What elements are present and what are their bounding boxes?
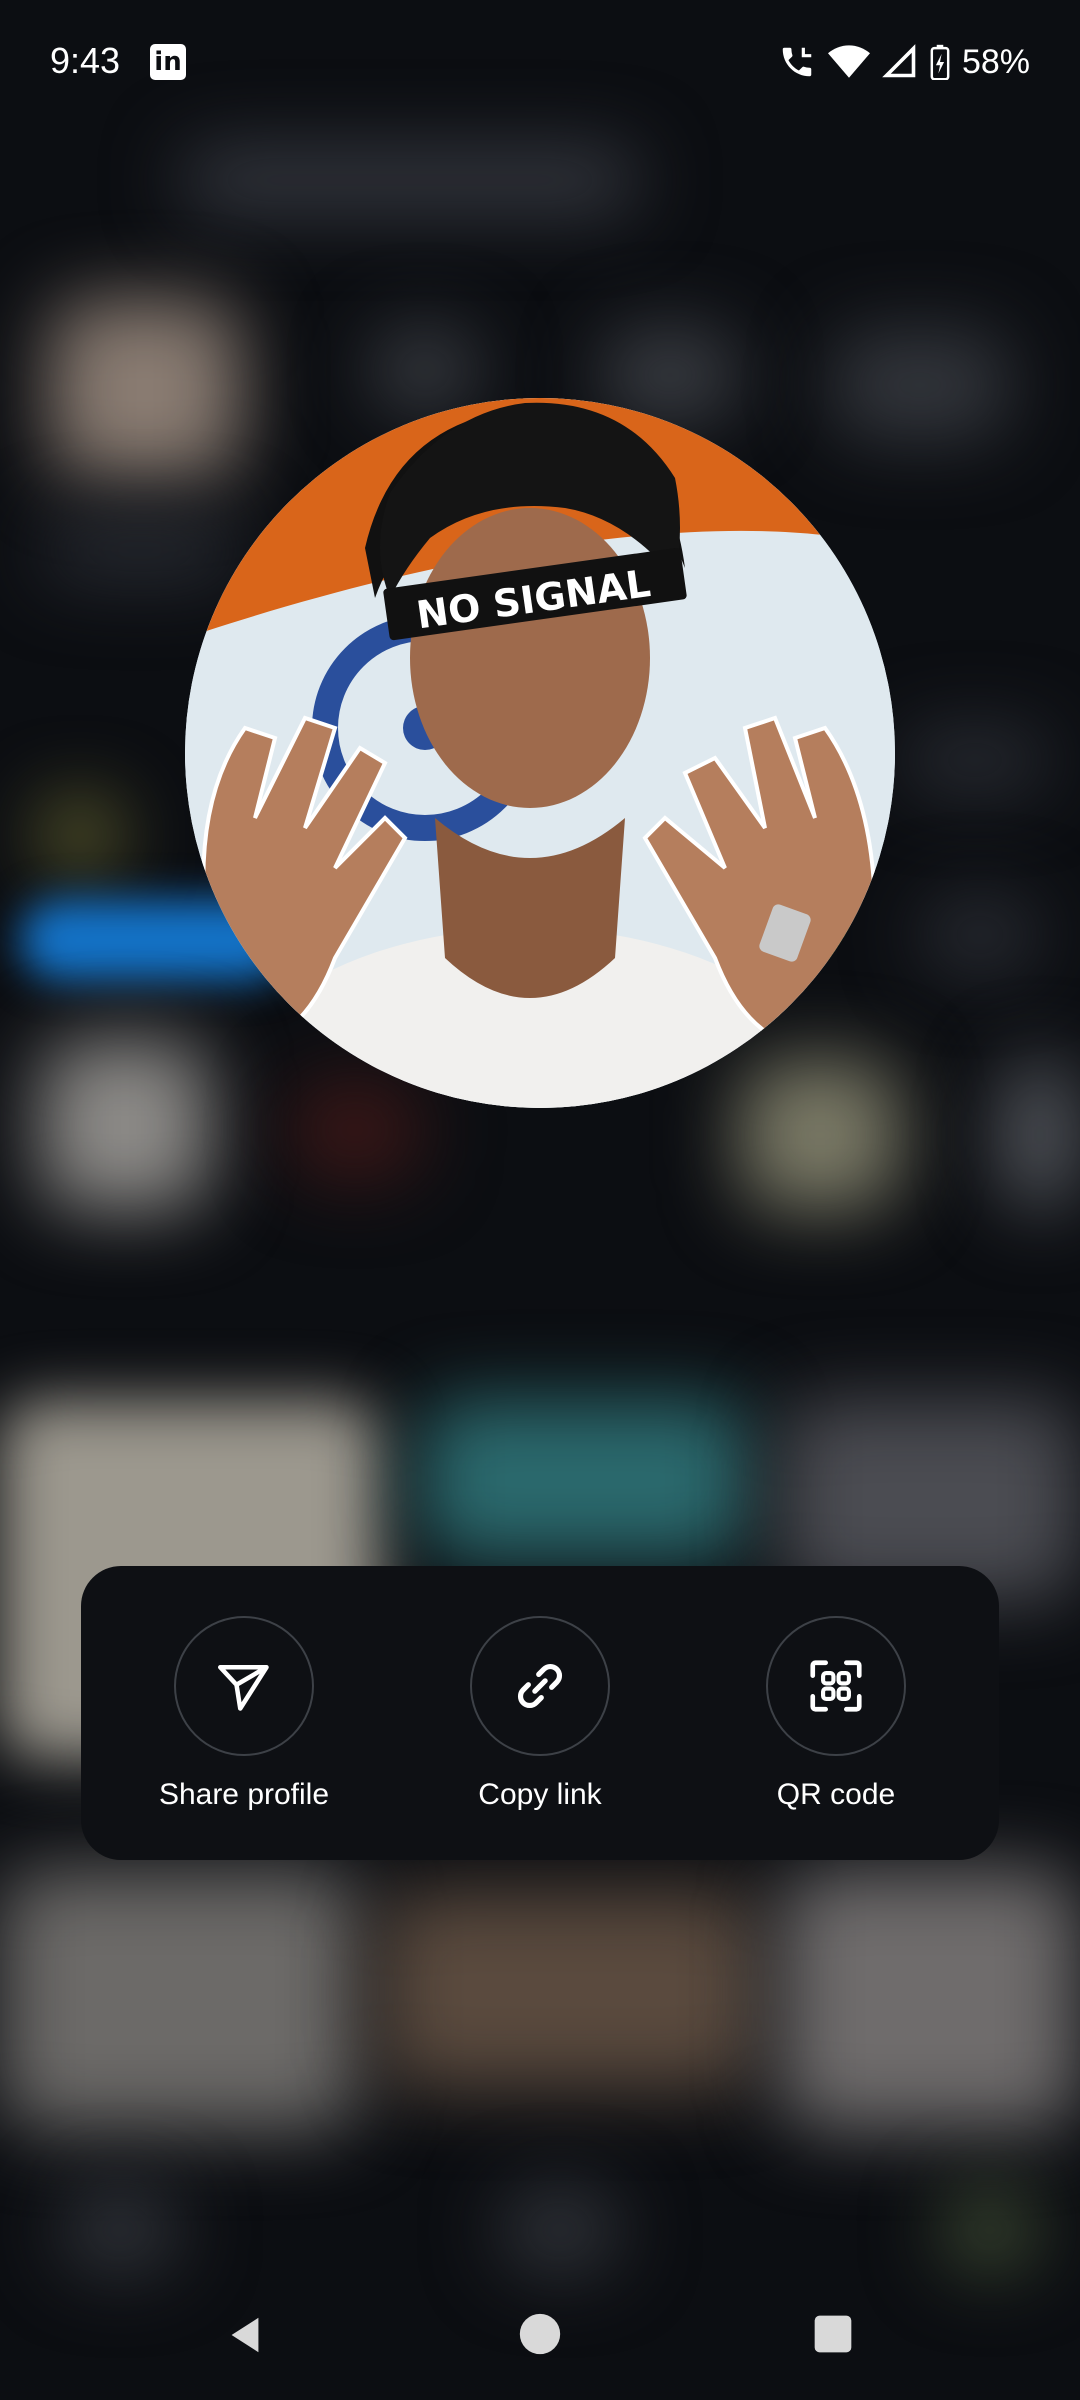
- system-nav-bar: [0, 2280, 1080, 2400]
- qr-code-icon-circle[interactable]: [766, 1616, 906, 1756]
- share-profile-button[interactable]: Share profile: [134, 1616, 354, 1812]
- wifi-icon: [827, 45, 870, 78]
- battery-charging-icon: [930, 44, 950, 80]
- signal-icon: [882, 44, 916, 78]
- share-actions-card: Share profile Copy link QR code: [81, 1566, 999, 1860]
- recents-icon[interactable]: [813, 2314, 853, 2354]
- back-icon[interactable]: [222, 2312, 268, 2358]
- profile-avatar-enlarged: NO SIGNAL: [185, 398, 895, 1108]
- copy-link-button[interactable]: Copy link: [430, 1616, 650, 1812]
- qr-code-icon: [810, 1660, 862, 1712]
- send-icon: [218, 1665, 269, 1711]
- battery-percent: 58%: [961, 42, 1030, 81]
- status-bar: 9:43 in 58%: [0, 0, 1080, 120]
- status-time: 9:43: [50, 40, 121, 81]
- status-icons: 58%: [778, 38, 1030, 86]
- copy-link-label: Copy link: [478, 1778, 602, 1811]
- copy-link-icon-circle[interactable]: [470, 1616, 610, 1756]
- blurred-background: [0, 0, 1080, 2400]
- qr-code-label: QR code: [776, 1778, 896, 1811]
- home-icon[interactable]: [518, 2312, 562, 2356]
- avatar-image: NO SIGNAL: [185, 398, 895, 1108]
- share-profile-icon-circle[interactable]: [174, 1616, 314, 1756]
- qr-code-button[interactable]: QR code: [726, 1616, 946, 1812]
- linkedin-icon: in: [150, 44, 186, 80]
- link-icon: [517, 1663, 563, 1709]
- call-icon: [782, 47, 812, 77]
- share-profile-label: Share profile: [158, 1778, 330, 1811]
